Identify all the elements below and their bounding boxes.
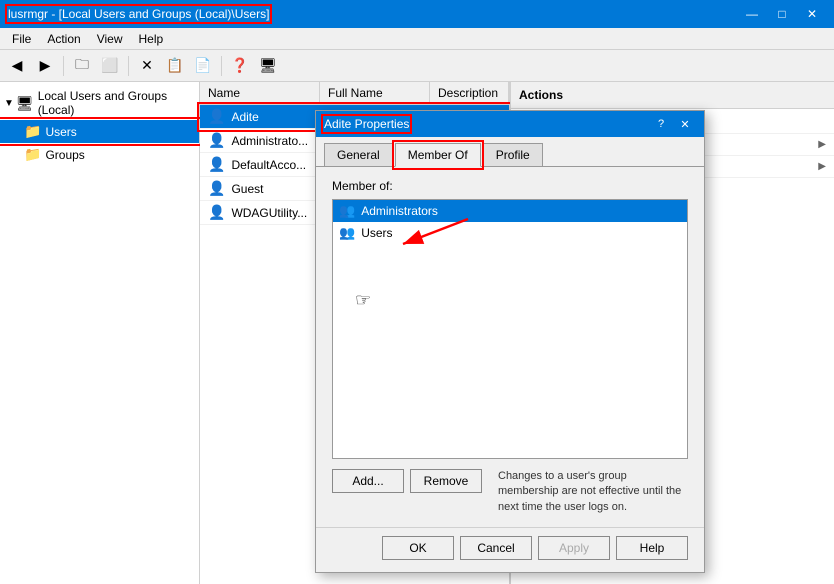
help-footer-button[interactable]: Help: [616, 536, 688, 560]
notice-text: Changes to a user's group membership are…: [498, 469, 688, 515]
toolbar-separator-1: [63, 56, 64, 76]
minimize-button[interactable]: —: [738, 0, 766, 28]
dialog-title: Adite Properties: [324, 117, 409, 131]
user-icon-default: 👤: [208, 156, 225, 173]
window-close-button[interactable]: ✕: [798, 0, 826, 28]
actions-header: Actions: [511, 82, 834, 109]
forward-button[interactable]: ▶: [32, 53, 58, 79]
properties-button[interactable]: 📋: [162, 53, 188, 79]
cancel-button[interactable]: Cancel: [460, 536, 532, 560]
group-icon-users: 👥: [339, 225, 355, 241]
member-item-administrators-label: Administrators: [361, 204, 438, 218]
maximize-button[interactable]: □: [768, 0, 796, 28]
user-icon-guest: 👤: [208, 180, 225, 197]
delete-button[interactable]: ✕: [134, 53, 160, 79]
tree-item-users-label: Users: [45, 125, 76, 139]
dialog-titlebar: Adite Properties ? ✕: [316, 111, 704, 137]
list-item-wdag-name: WDAGUtility...: [231, 206, 307, 220]
menu-view[interactable]: View: [89, 30, 131, 48]
dialog-content: Member of: 👥 Administrators 👥 Users: [316, 167, 704, 527]
list-item-guest-name: Guest: [231, 182, 263, 196]
group-icon-administrators: 👥: [339, 203, 355, 219]
member-of-label: Member of:: [332, 179, 688, 193]
remove-button[interactable]: Remove: [410, 469, 482, 493]
square-button[interactable]: ⬜: [97, 53, 123, 79]
folder-button[interactable]: 🗀: [69, 53, 95, 79]
actions-arrow-right-1: ▶: [818, 139, 826, 150]
tab-general[interactable]: General: [324, 143, 393, 166]
toolbar-separator-2: [128, 56, 129, 76]
expand-icon: ▼: [4, 98, 14, 109]
toolbar: ◀ ▶ 🗀 ⬜ ✕ 📋 📄 ❓ 🖥: [0, 50, 834, 82]
title-bar-controls: — □ ✕: [738, 0, 826, 28]
add-button[interactable]: Add...: [332, 469, 404, 493]
users-folder-icon: 📁: [24, 123, 41, 140]
computer-icon: 🖥: [16, 95, 34, 112]
tree-panel: ▼ 🖥 Local Users and Groups (Local) 📁 Use…: [0, 82, 200, 584]
tree-item-users[interactable]: 📁 Users: [0, 120, 199, 143]
dialog-help-button[interactable]: ?: [650, 113, 672, 135]
tree-root-label: Local Users and Groups (Local): [38, 89, 195, 117]
tree-item-groups[interactable]: 📁 Groups: [0, 143, 199, 166]
groups-folder-icon: 📁: [24, 146, 41, 163]
help-button[interactable]: ❓: [227, 53, 253, 79]
member-item-users[interactable]: 👥 Users: [333, 222, 687, 244]
member-item-administrators[interactable]: 👥 Administrators: [333, 200, 687, 222]
member-list[interactable]: 👥 Administrators 👥 Users: [332, 199, 688, 459]
list-header: Name Full Name Description: [200, 82, 509, 105]
actions-arrow-right-2: ▶: [818, 161, 826, 172]
col-header-description[interactable]: Description: [430, 82, 509, 104]
list-item-default-name: DefaultAcco...: [231, 158, 306, 172]
adite-properties-dialog: Adite Properties ? ✕ General Member Of P…: [315, 110, 705, 573]
dialog-controls: ? ✕: [650, 113, 696, 135]
user-icon-admin: 👤: [208, 132, 225, 149]
tab-profile[interactable]: Profile: [483, 143, 543, 166]
tab-member-of[interactable]: Member Of: [395, 143, 481, 167]
apply-button[interactable]: Apply: [538, 536, 610, 560]
member-item-users-label: Users: [361, 226, 392, 240]
list-item-adite-name: Adite: [231, 110, 258, 124]
window-title: lusrmgr - [Local Users and Groups (Local…: [8, 7, 269, 21]
back-button[interactable]: ◀: [4, 53, 30, 79]
title-bar: lusrmgr - [Local Users and Groups (Local…: [0, 0, 834, 28]
toolbar-separator-3: [221, 56, 222, 76]
menu-bar: File Action View Help: [0, 28, 834, 50]
col-header-fullname[interactable]: Full Name: [320, 82, 430, 104]
dialog-footer: OK Cancel Apply Help: [316, 527, 704, 572]
menu-file[interactable]: File: [4, 30, 39, 48]
dialog-actions-row: Add... Remove Changes to a user's group …: [332, 469, 688, 515]
add-remove-buttons: Add... Remove: [332, 469, 482, 493]
user-icon-adite: 👤: [208, 108, 225, 125]
user-icon-wdag: 👤: [208, 204, 225, 221]
dialog-tabs: General Member Of Profile: [316, 137, 704, 167]
computer-button[interactable]: 🖥: [255, 53, 281, 79]
tree-item-groups-label: Groups: [45, 148, 84, 162]
menu-help[interactable]: Help: [131, 30, 172, 48]
ok-button[interactable]: OK: [382, 536, 454, 560]
list-item-admin-name: Administrato...: [231, 134, 308, 148]
tree-root[interactable]: ▼ 🖥 Local Users and Groups (Local): [0, 86, 199, 120]
menu-action[interactable]: Action: [39, 30, 88, 48]
dialog-close-button[interactable]: ✕: [674, 113, 696, 135]
new-button[interactable]: 📄: [190, 53, 216, 79]
col-header-name[interactable]: Name: [200, 82, 320, 104]
